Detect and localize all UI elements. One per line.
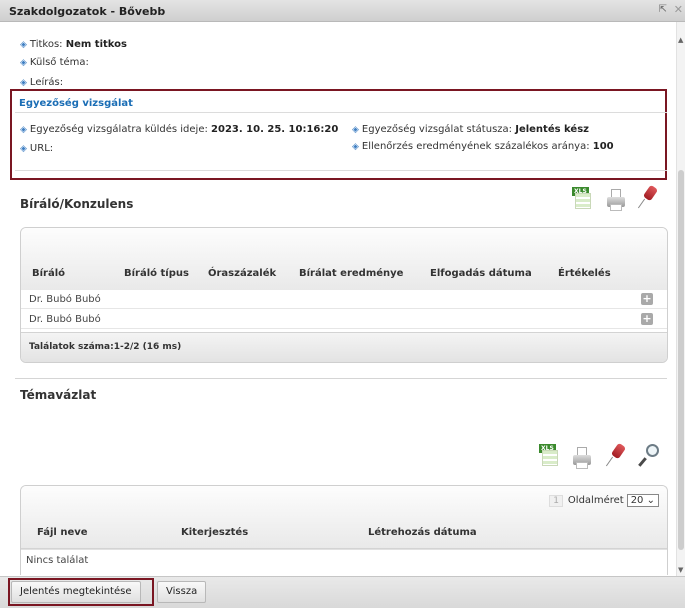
col-header[interactable]: Elfogadás dátuma [430, 268, 532, 279]
diamond-icon: ◈ [20, 78, 27, 88]
field-status: ◈ Egyezőség vizsgálat státusza: Jelentés … [352, 124, 589, 135]
diamond-icon: ◈ [20, 40, 27, 50]
col-header[interactable]: Értékelés [558, 268, 611, 279]
reviewers-title: Bíráló/Konzulens [20, 197, 134, 211]
field-sent-time: ◈ Egyezőség vizsgálatra küldés ideje: 202… [20, 124, 339, 135]
page-size-select[interactable]: 20 ⌄ [626, 494, 659, 507]
diamond-icon: ◈ [20, 144, 27, 154]
page-size-label: Oldalméret [567, 495, 624, 506]
outline-title: Témavázlat [20, 388, 97, 402]
field-ratio-value: 100 [592, 141, 614, 152]
reviewers-table-footer: Találatok száma:1-2/2 (16 ms) [21, 332, 667, 362]
col-header[interactable]: Óraszázalék [208, 268, 276, 279]
col-header[interactable]: Kiterjesztés [181, 527, 248, 538]
reviewer-name: Dr. Bubó Bubó [29, 294, 101, 305]
field-titkos-value: Nem titkos [65, 39, 127, 50]
window-title: Szakdolgozatok - Bővebb [9, 5, 166, 18]
field-leiras: ◈ Leírás: [20, 77, 64, 88]
table-row[interactable]: Dr. Bubó Bubó + [21, 290, 667, 309]
col-header[interactable]: Bírálat eredménye [299, 268, 403, 279]
diamond-icon: ◈ [352, 142, 359, 152]
reviewers-table: Bíráló Bíráló típus Óraszázalék Bírálat … [20, 227, 668, 363]
excel-export-icon[interactable]: XLS [539, 444, 559, 466]
no-results-row: Nincs találat [21, 549, 667, 569]
field-url: ◈ URL: [20, 143, 54, 154]
section-divider [15, 170, 667, 171]
view-report-button[interactable]: Jelentés megtekintése [11, 581, 141, 603]
no-results-text: Nincs találat [26, 555, 89, 566]
pin-icon[interactable] [605, 442, 627, 468]
search-icon[interactable] [638, 444, 660, 468]
bottom-toolbar: Jelentés megtekintése Vissza [0, 576, 685, 608]
field-titkos: ◈ Titkos: Nem titkos [20, 39, 127, 50]
popout-icon[interactable]: ⇱ [659, 4, 667, 15]
outline-table-header: 1 Oldalméret 20 ⌄ Fájl neve Kiterjesztés L… [21, 486, 667, 549]
col-header[interactable]: Fájl neve [37, 527, 88, 538]
vertical-scrollbar[interactable]: ▲ ▼ [676, 22, 685, 576]
scroll-up-icon[interactable]: ▲ [678, 36, 683, 44]
section-divider [15, 378, 667, 379]
field-ratio: ◈ Ellenőrzés eredményének százalékos arán… [352, 141, 614, 152]
close-icon[interactable]: ✕ [674, 3, 683, 16]
field-status-value: Jelentés kész [515, 124, 589, 135]
field-kulso-tema: ◈ Külső téma: [20, 57, 89, 68]
scroll-thumb[interactable] [678, 170, 684, 550]
outline-table: 1 Oldalméret 20 ⌄ Fájl neve Kiterjesztés L… [20, 485, 668, 575]
field-sent-time-value: 2023. 10. 25. 10:16:20 [211, 124, 339, 135]
expand-plus-icon[interactable]: + [641, 313, 653, 325]
similarity-section-title: Egyezőség vizsgálat [19, 98, 133, 109]
reviewer-name: Dr. Bubó Bubó [29, 314, 101, 325]
diamond-icon: ◈ [20, 58, 27, 68]
print-icon[interactable] [572, 447, 592, 469]
pin-icon[interactable] [637, 184, 659, 210]
table-row[interactable]: Dr. Bubó Bubó + [21, 310, 667, 329]
expand-plus-icon[interactable]: + [641, 293, 653, 305]
reviewers-table-header: Bíráló Bíráló típus Óraszázalék Bírálat … [21, 228, 667, 291]
pager: 1 Oldalméret 20 ⌄ [549, 494, 659, 507]
excel-export-icon[interactable]: XLS [572, 187, 592, 209]
back-button[interactable]: Vissza [157, 581, 207, 603]
col-header[interactable]: Bíráló típus [124, 268, 189, 279]
print-icon[interactable] [606, 189, 626, 211]
col-header[interactable]: Bíráló [32, 268, 65, 279]
chevron-down-icon: ⌄ [646, 495, 655, 506]
col-header[interactable]: Létrehozás dátuma [368, 527, 477, 538]
scroll-down-icon[interactable]: ▼ [678, 566, 683, 574]
window-titlebar: Szakdolgozatok - Bővebb ⇱ ✕ [0, 0, 685, 22]
diamond-icon: ◈ [20, 125, 27, 135]
results-count: Találatok száma:1-2/2 (16 ms) [29, 342, 182, 352]
section-divider [15, 112, 667, 113]
page-number[interactable]: 1 [549, 495, 563, 507]
diamond-icon: ◈ [352, 125, 359, 135]
